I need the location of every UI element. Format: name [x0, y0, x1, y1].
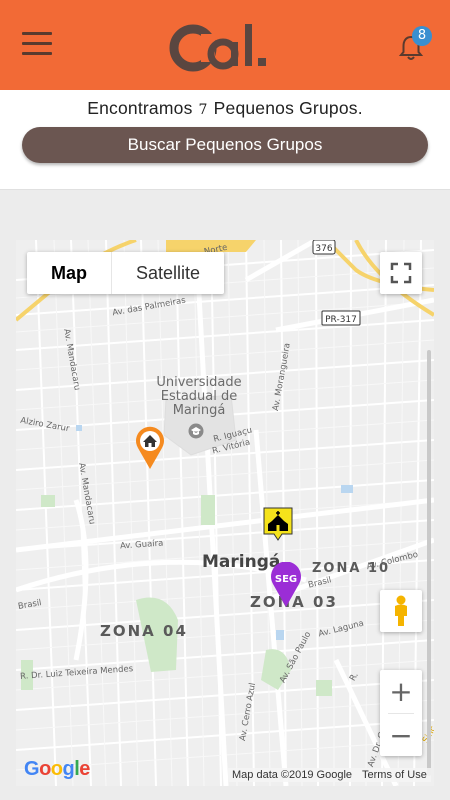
map-data-text: Map data ©2019 Google — [232, 769, 353, 781]
home-marker-icon[interactable] — [135, 426, 165, 470]
google-logo: Google — [24, 758, 90, 780]
search-panel: Encontramos 7 Pequenos Grupos. Buscar Pequ… — [0, 90, 450, 190]
app-logo — [169, 24, 266, 72]
notification-badge: 8 — [412, 26, 432, 46]
shield-pr317: PR-317 — [325, 315, 357, 325]
university-label: Universidade Estadual de Maringá — [156, 375, 242, 418]
university-icon — [188, 423, 204, 439]
map-type-satellite[interactable]: Satellite — [112, 252, 224, 294]
results-suffix: Pequenos Grupos. — [213, 98, 363, 118]
terms-link[interactable]: Terms of Use — [362, 769, 427, 781]
seg-marker-icon[interactable]: SEG — [270, 562, 302, 608]
search-groups-button[interactable]: Buscar Pequenos Grupos — [22, 127, 428, 163]
results-summary: Encontramos 7 Pequenos Grupos. — [0, 98, 450, 119]
fullscreen-button[interactable] — [380, 252, 422, 294]
zone-label: ZONA 04 — [100, 622, 188, 640]
map-attribution: Map data ©2019 Google Terms of Use — [228, 768, 431, 782]
zone-label: ZONA 10 — [312, 561, 391, 576]
zoom-control: + − — [380, 670, 422, 756]
fullscreen-icon — [390, 262, 412, 284]
app-bar: 8 — [0, 0, 450, 90]
map-canvas[interactable]: 376 PR-317 — [16, 240, 434, 786]
shield-376: 376 — [315, 244, 332, 254]
map-view[interactable]: 376 PR-317 Av. das Palmeiras Av. Mandaca… — [16, 240, 434, 786]
results-count: 7 — [198, 102, 208, 118]
menu-icon[interactable] — [22, 32, 52, 56]
street-view-button[interactable] — [380, 590, 422, 632]
zoom-in-button[interactable]: + — [380, 670, 422, 713]
zoom-out-button[interactable]: − — [380, 714, 422, 757]
church-marker-icon[interactable] — [262, 506, 294, 542]
map-scrollbar[interactable] — [427, 350, 431, 776]
seg-marker-label: SEG — [275, 574, 297, 585]
map-type-control: Map Satellite — [27, 252, 225, 294]
results-prefix: Encontramos — [87, 98, 193, 118]
city-label: Maringá — [202, 552, 281, 572]
pegman-icon — [395, 595, 407, 626]
map-type-map[interactable]: Map — [27, 252, 112, 294]
